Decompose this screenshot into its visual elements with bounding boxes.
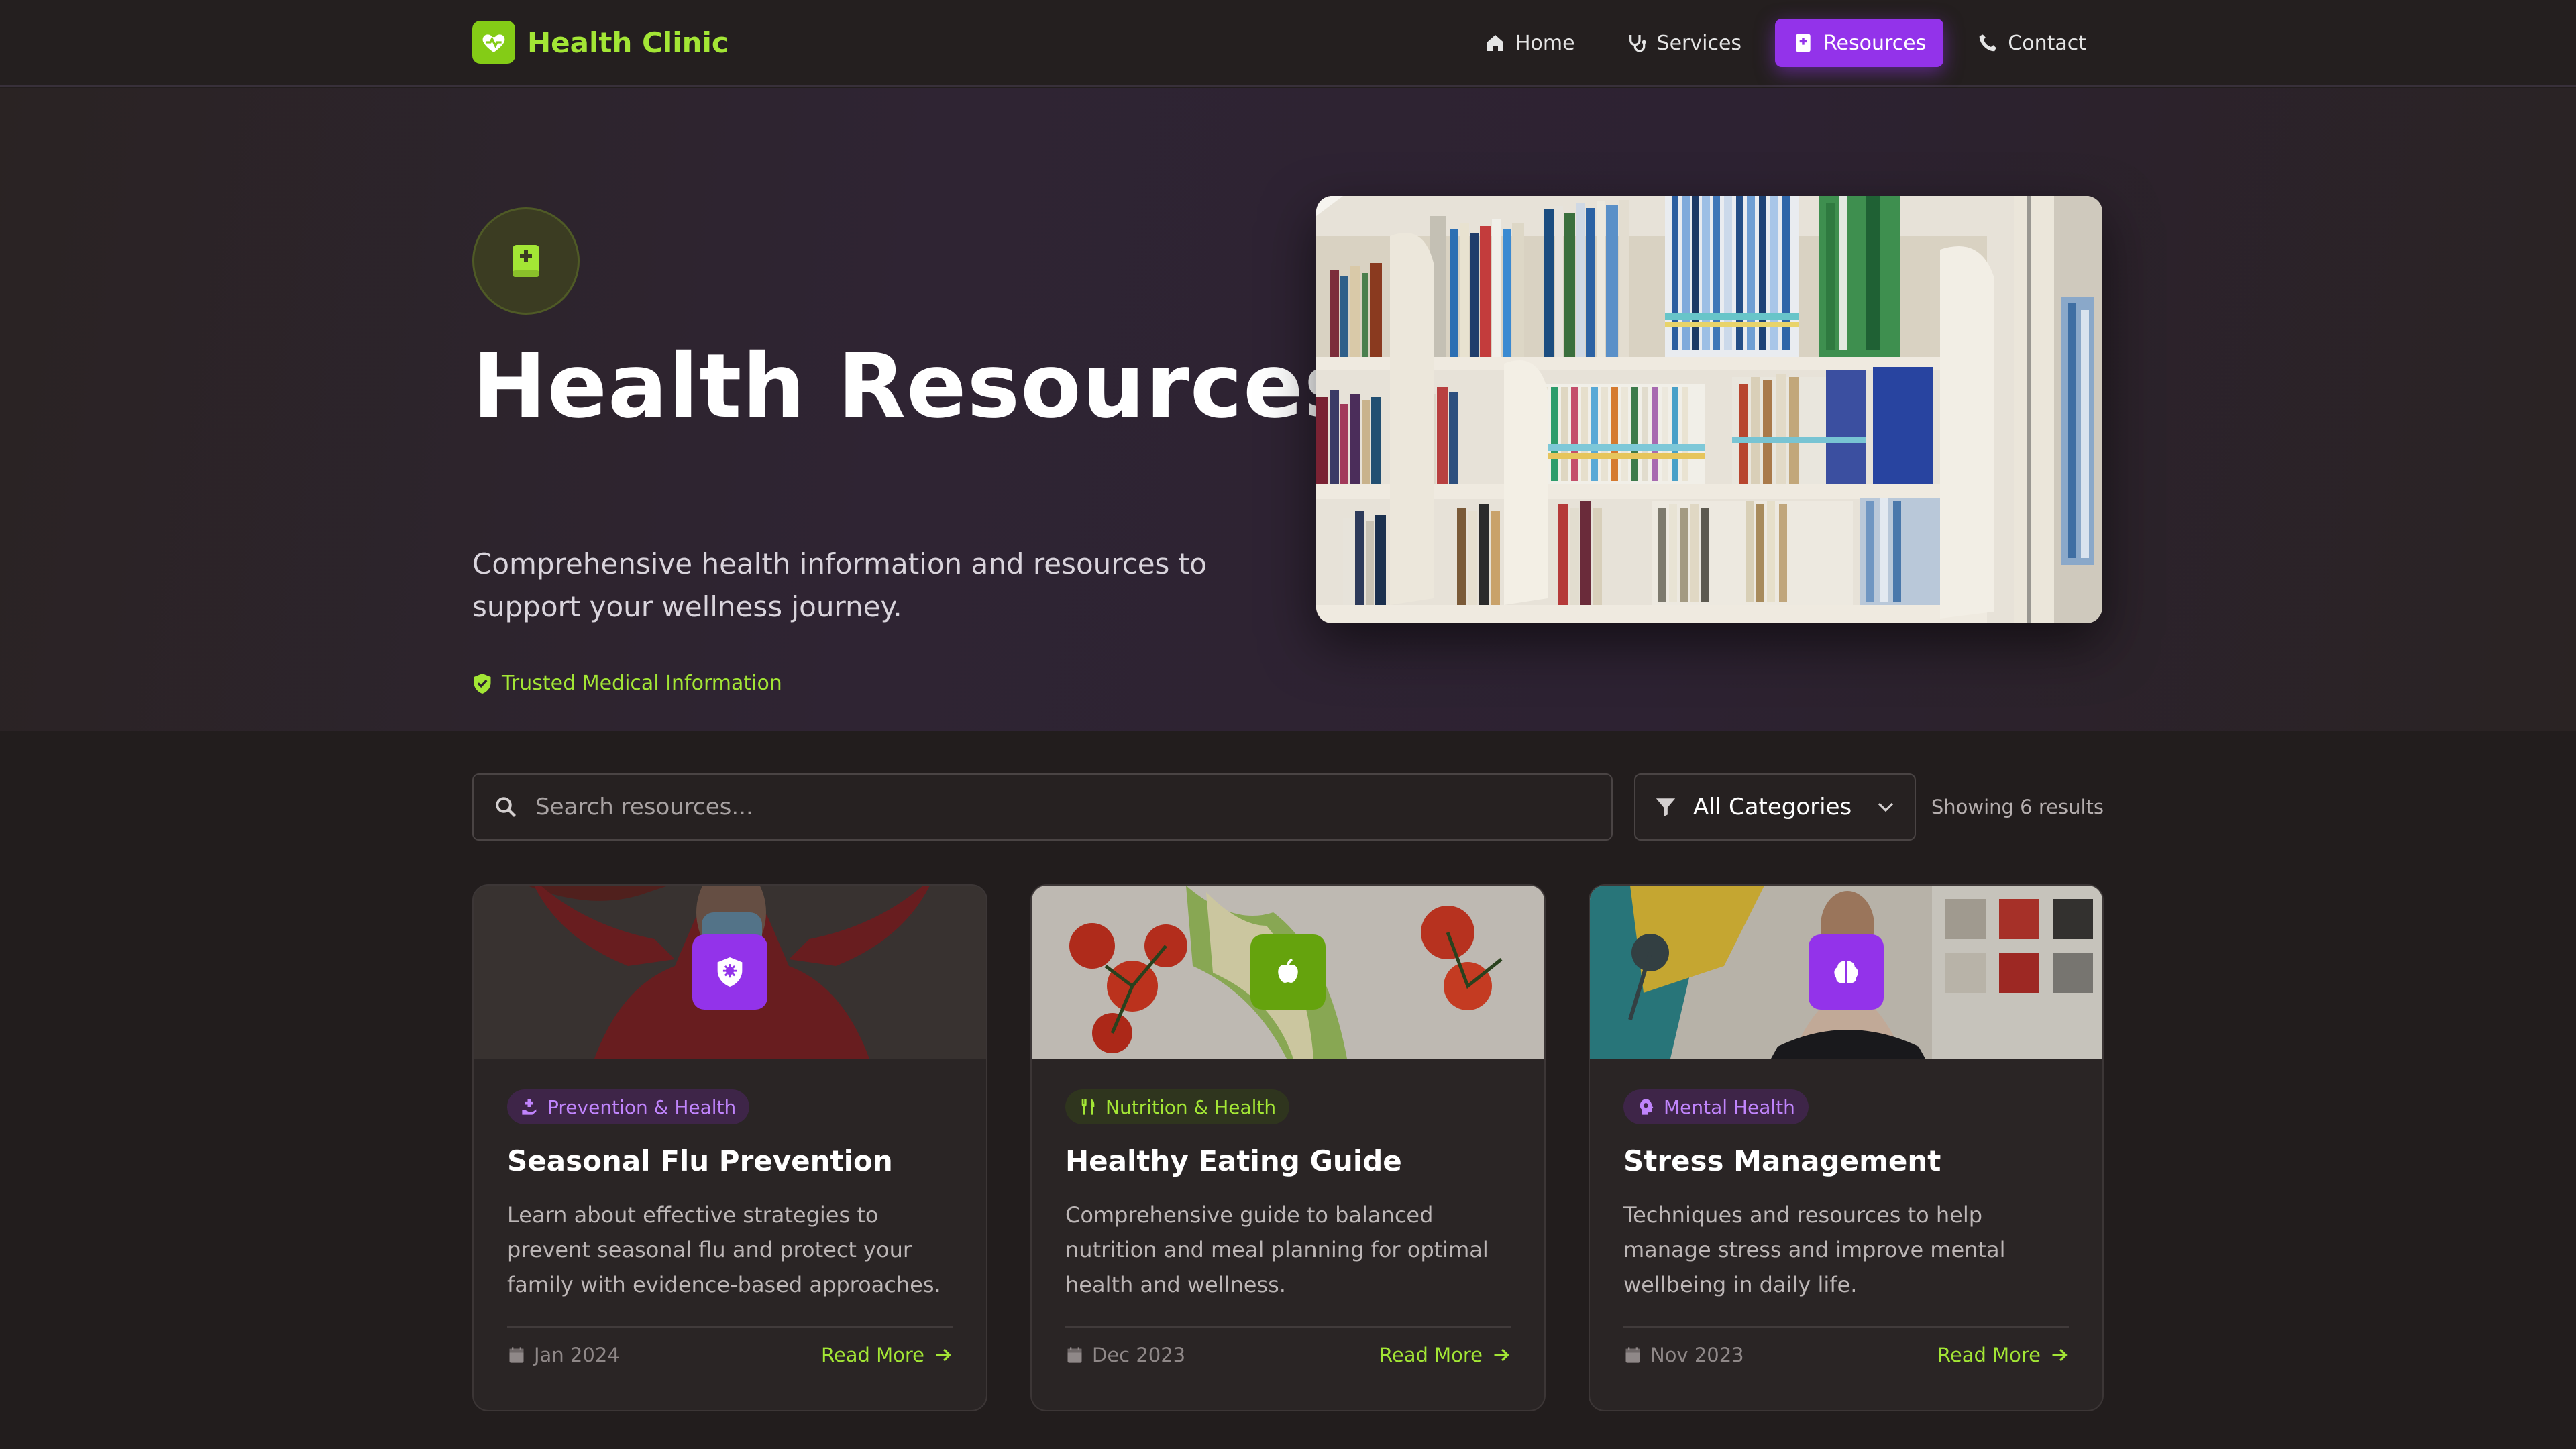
page-title: Health Resources <box>472 335 1358 438</box>
resource-card[interactable]: Prevention & Health Seasonal Flu Prevent… <box>472 884 987 1411</box>
read-more-label: Read More <box>1937 1344 2041 1366</box>
filter-icon <box>1656 798 1676 817</box>
app: Health Clinic Home Services Resources Co… <box>0 0 2576 1449</box>
head-brain-icon <box>1640 1099 1654 1115</box>
read-more-link[interactable]: Read More <box>1379 1344 1511 1366</box>
book-medical-icon <box>472 207 580 315</box>
book-medical-icon <box>1796 34 1811 52</box>
read-more-label: Read More <box>821 1344 924 1366</box>
resource-card[interactable]: Mental Health Stress Management Techniqu… <box>1589 884 2104 1411</box>
category-tag: Prevention & Health <box>507 1089 750 1124</box>
nav-contact[interactable]: Contact <box>1960 19 2104 67</box>
card-title: Healthy Eating Guide <box>1065 1144 1402 1177</box>
category-label: Nutrition & Health <box>1106 1095 1277 1118</box>
category-label: Prevention & Health <box>547 1095 737 1118</box>
hero-section: Health Resources Comprehensive health in… <box>0 88 2576 731</box>
apple-icon <box>1250 934 1326 1010</box>
card-description: Learn about effective strategies to prev… <box>507 1202 941 1297</box>
results-count: Showing 6 results <box>1931 796 2104 818</box>
nav-home-label: Home <box>1515 31 1575 55</box>
main-nav: Home Services Resources Contact <box>1467 19 2104 67</box>
nav-services-label: Services <box>1656 31 1742 55</box>
shield-check-icon <box>474 673 491 694</box>
top-header: Health Clinic Home Services Resources Co… <box>0 0 2576 87</box>
read-more-link[interactable]: Read More <box>821 1344 953 1366</box>
nav-home[interactable]: Home <box>1467 19 1593 67</box>
nav-resources[interactable]: Resources <box>1775 19 1944 67</box>
arrow-right-icon <box>2052 1348 2068 1362</box>
read-more-link[interactable]: Read More <box>1937 1344 2069 1366</box>
resource-card[interactable]: Nutrition & Health Healthy Eating Guide … <box>1030 884 1546 1411</box>
home-icon <box>1487 35 1503 51</box>
logo[interactable]: Health Clinic <box>472 21 729 64</box>
search-box[interactable] <box>472 773 1613 841</box>
card-footer: Dec 2023 Read More <box>1065 1326 1511 1366</box>
calendar-icon <box>1067 1347 1082 1363</box>
nav-resources-label: Resources <box>1823 31 1927 55</box>
category-selected: All Categories <box>1693 794 1852 820</box>
card-title: Stress Management <box>1623 1144 1941 1177</box>
calendar-icon <box>1625 1347 1640 1363</box>
card-date-text: Jan 2024 <box>534 1344 620 1366</box>
chevron-down-icon <box>1878 802 1894 812</box>
card-date: Dec 2023 <box>1065 1344 1185 1366</box>
category-tag: Mental Health <box>1623 1089 1809 1124</box>
card-title: Seasonal Flu Prevention <box>507 1144 893 1177</box>
category-label: Mental Health <box>1664 1095 1795 1118</box>
heart-pulse-icon <box>472 21 515 64</box>
card-date: Jan 2024 <box>507 1344 620 1366</box>
brain-icon <box>1809 934 1884 1010</box>
calendar-icon <box>509 1347 524 1363</box>
stethoscope-icon <box>1629 35 1646 52</box>
search-icon <box>496 797 516 817</box>
search-input[interactable] <box>535 794 1611 820</box>
card-description: Comprehensive guide to balanced nutritio… <box>1065 1202 1489 1297</box>
arrow-right-icon <box>1494 1348 1509 1362</box>
trust-label: Trusted Medical Information <box>502 672 782 695</box>
phone-icon <box>1979 34 1996 52</box>
hand-holding-medical-icon <box>522 1099 537 1115</box>
read-more-label: Read More <box>1379 1344 1483 1366</box>
card-date: Nov 2023 <box>1623 1344 1744 1366</box>
card-image <box>1590 885 2102 1059</box>
arrow-right-icon <box>936 1348 951 1362</box>
trust-badge: Trusted Medical Information <box>472 672 782 695</box>
category-tag: Nutrition & Health <box>1065 1089 1290 1124</box>
hero-subtitle: Comprehensive health information and res… <box>472 547 1207 623</box>
card-image <box>474 885 986 1059</box>
card-footer: Jan 2024 Read More <box>507 1326 953 1366</box>
utensils-icon <box>1081 1099 1095 1115</box>
virus-shield-icon <box>692 934 767 1010</box>
card-description: Techniques and resources to help manage … <box>1623 1202 2006 1297</box>
card-image <box>1032 885 1544 1059</box>
card-footer: Nov 2023 Read More <box>1623 1326 2069 1366</box>
logo-text: Health Clinic <box>527 25 729 59</box>
category-select[interactable]: All Categories <box>1634 773 1916 841</box>
card-date-text: Dec 2023 <box>1092 1344 1186 1366</box>
nav-contact-label: Contact <box>2008 31 2086 55</box>
library-bookshelf-image <box>1316 196 2102 623</box>
card-date-text: Nov 2023 <box>1650 1344 1744 1366</box>
nav-services[interactable]: Services <box>1609 19 1760 67</box>
